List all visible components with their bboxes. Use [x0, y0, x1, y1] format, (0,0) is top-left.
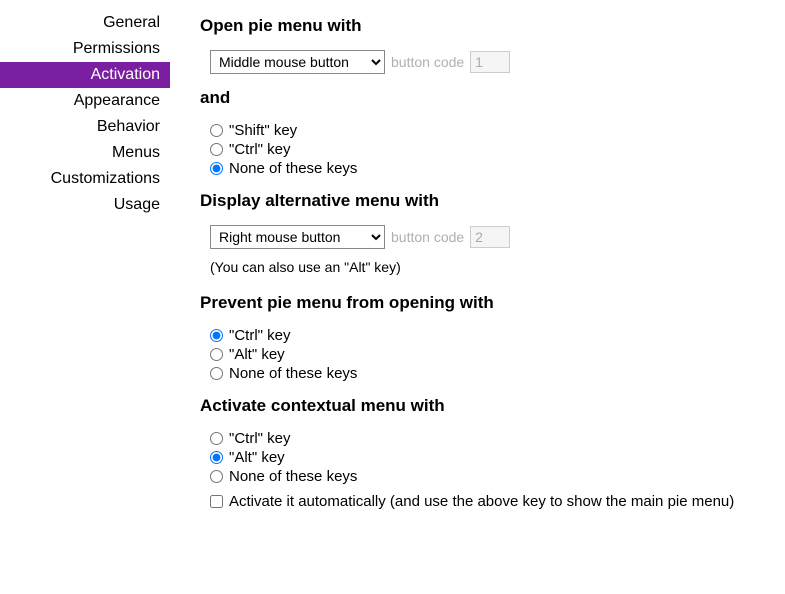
sidebar-item-customizations[interactable]: Customizations	[0, 166, 170, 192]
prevent-radio-ctrl[interactable]: "Ctrl" key	[210, 327, 775, 344]
alt-menu-button-code-label: button code	[391, 229, 464, 245]
alt-menu-mouse-select[interactable]: Right mouse button	[210, 225, 385, 249]
contextual-radio-none-input[interactable]	[210, 470, 223, 483]
contextual-radio-none-label: None of these keys	[229, 468, 357, 485]
open-pie-radio-none-input[interactable]	[210, 162, 223, 175]
heading-contextual: Activate contextual menu with	[200, 396, 775, 416]
sidebar-item-general[interactable]: General	[0, 10, 170, 36]
sidebar-item-permissions[interactable]: Permissions	[0, 36, 170, 62]
heading-alt-menu: Display alternative menu with	[200, 191, 775, 211]
contextual-radio-ctrl-input[interactable]	[210, 432, 223, 445]
contextual-radio-alt-input[interactable]	[210, 451, 223, 464]
heading-prevent: Prevent pie menu from opening with	[200, 293, 775, 313]
contextual-radio-ctrl[interactable]: "Ctrl" key	[210, 430, 775, 447]
open-pie-radio-ctrl-input[interactable]	[210, 143, 223, 156]
open-pie-radio-ctrl-label: "Ctrl" key	[229, 141, 291, 158]
contextual-auto-checkbox[interactable]	[210, 495, 223, 508]
open-pie-radio-shift[interactable]: "Shift" key	[210, 122, 775, 139]
prevent-radio-none-label: None of these keys	[229, 365, 357, 382]
heading-open-pie: Open pie menu with	[200, 16, 775, 36]
prevent-radio-none-input[interactable]	[210, 367, 223, 380]
sidebar-item-behavior[interactable]: Behavior	[0, 114, 170, 140]
prevent-radio-alt-label: "Alt" key	[229, 346, 285, 363]
prevent-radio-alt[interactable]: "Alt" key	[210, 346, 775, 363]
open-pie-button-code-input	[470, 51, 510, 73]
contextual-radio-alt-label: "Alt" key	[229, 449, 285, 466]
prevent-radio-none[interactable]: None of these keys	[210, 365, 775, 382]
contextual-auto-checkbox-row[interactable]: Activate it automatically (and use the a…	[210, 493, 775, 510]
open-pie-radio-ctrl[interactable]: "Ctrl" key	[210, 141, 775, 158]
sidebar-item-menus[interactable]: Menus	[0, 140, 170, 166]
open-pie-radio-none-label: None of these keys	[229, 160, 357, 177]
alt-menu-note: (You can also use an "Alt" key)	[210, 259, 775, 275]
sidebar-item-activation[interactable]: Activation	[0, 62, 170, 88]
contextual-radio-alt[interactable]: "Alt" key	[210, 449, 775, 466]
sidebar-item-appearance[interactable]: Appearance	[0, 88, 170, 114]
prevent-radio-ctrl-label: "Ctrl" key	[229, 327, 291, 344]
prevent-radio-alt-input[interactable]	[210, 348, 223, 361]
sidebar-item-usage[interactable]: Usage	[0, 192, 170, 218]
open-pie-radio-shift-input[interactable]	[210, 124, 223, 137]
contextual-radio-ctrl-label: "Ctrl" key	[229, 430, 291, 447]
main-panel: Open pie menu with Middle mouse button b…	[170, 10, 785, 512]
open-pie-radio-shift-label: "Shift" key	[229, 122, 297, 139]
open-pie-mouse-select[interactable]: Middle mouse button	[210, 50, 385, 74]
sidebar: General Permissions Activation Appearanc…	[0, 10, 170, 218]
heading-and: and	[200, 88, 775, 108]
contextual-auto-checkbox-label: Activate it automatically (and use the a…	[229, 493, 734, 510]
open-pie-button-code-label: button code	[391, 54, 464, 70]
contextual-radio-none[interactable]: None of these keys	[210, 468, 775, 485]
open-pie-radio-none[interactable]: None of these keys	[210, 160, 775, 177]
alt-menu-button-code-input	[470, 226, 510, 248]
prevent-radio-ctrl-input[interactable]	[210, 329, 223, 342]
